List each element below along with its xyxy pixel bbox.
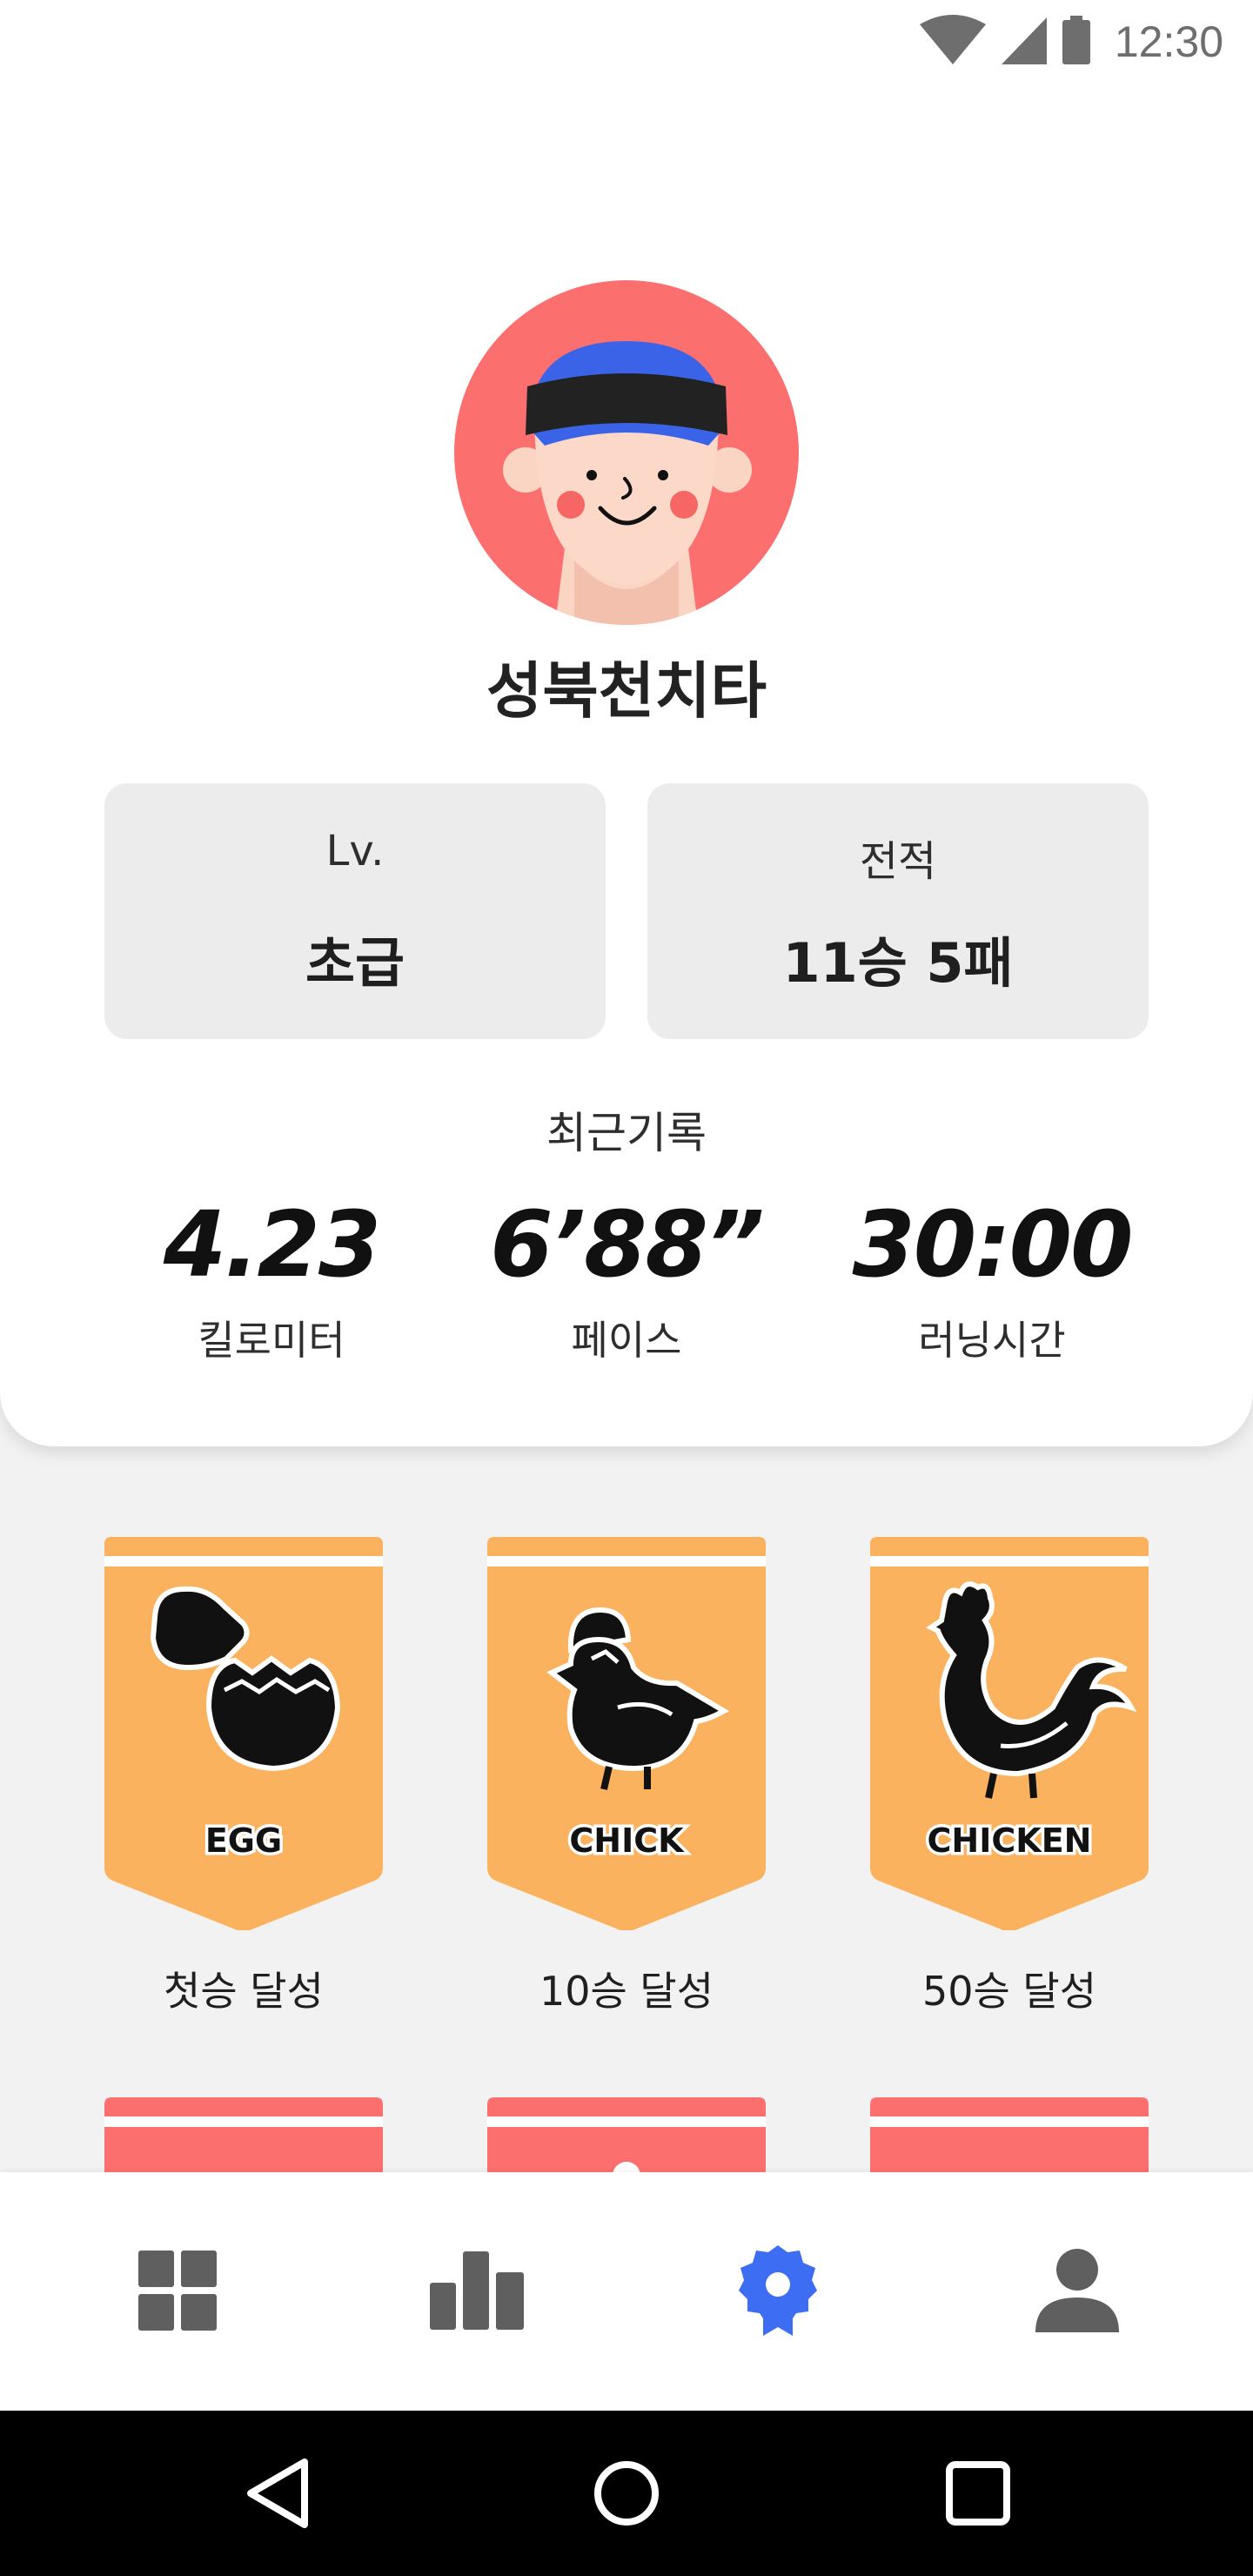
time-label: 러닝시간 [918, 1317, 1066, 1364]
distance-label: 킬로미터 [198, 1317, 345, 1364]
badge-chicken[interactable]: CHICKEN [870, 1537, 1149, 1930]
bottom-navigation [0, 2172, 1253, 2411]
record-distance: 4.23 킬로미터 [80, 1192, 463, 1366]
battery-icon [1061, 14, 1092, 70]
badge-label-egg: EGG [205, 1821, 282, 1860]
badge-label-chicken: CHICKEN [928, 1821, 1092, 1860]
recent-records-title: 최근기록 [546, 1108, 707, 1158]
status-bar: 12:30 [0, 0, 1253, 84]
home-button[interactable] [583, 2450, 670, 2537]
pace-label: 페이스 [571, 1317, 682, 1364]
badge-egg[interactable]: EGG [104, 1537, 383, 1930]
nav-badges[interactable] [717, 2230, 839, 2351]
status-time: 12:30 [1114, 17, 1223, 66]
badge-caption-egg: 첫승 달성 [164, 1968, 324, 2015]
distance-value: 4.23 [163, 1191, 382, 1298]
nav-profile[interactable] [1016, 2230, 1138, 2351]
badge-caption-chick: 10승 달성 [539, 1968, 714, 2015]
record-time: 30:00 러닝시간 [801, 1192, 1183, 1366]
record-value: 11승 5패 [782, 931, 1014, 995]
home-icon [594, 2461, 659, 2526]
badge-caption-chicken: 50승 달성 [921, 1968, 1097, 2015]
badge-chick[interactable]: CHICK [487, 1537, 766, 1930]
bar-chart-icon [430, 2251, 524, 2330]
record-box: 전적 11승 5패 [647, 783, 1149, 1039]
level-value: 초급 [305, 931, 405, 995]
person-icon [1035, 2249, 1119, 2332]
profile-card: 성북천치타 Lv. 초급 전적 11승 5패 최근기록 4.23 킬로미터 6’… [0, 0, 1253, 1446]
level-box: Lv. 초급 [104, 783, 606, 1039]
back-icon [247, 2459, 308, 2528]
recents-button[interactable] [935, 2450, 1022, 2537]
level-label: Lv. [325, 827, 385, 875]
recents-icon [946, 2461, 1010, 2526]
pace-value: 6’88” [490, 1191, 765, 1298]
system-navigation-bar [0, 2411, 1253, 2576]
time-value: 30:00 [852, 1191, 1133, 1298]
record-pace: 6’88” 페이스 [435, 1192, 818, 1366]
record-label: 전적 [859, 837, 937, 886]
avatar[interactable] [454, 280, 799, 625]
nickname: 성북천치타 [486, 655, 767, 727]
wifi-icon [918, 14, 988, 70]
nav-home[interactable] [117, 2230, 238, 2351]
grid-icon [138, 2251, 217, 2331]
back-button[interactable] [235, 2450, 322, 2537]
signal-icon [1000, 14, 1049, 70]
badge-label-chick: CHICK [569, 1821, 685, 1860]
nav-stats[interactable] [416, 2230, 538, 2351]
badge-icon [739, 2245, 817, 2336]
